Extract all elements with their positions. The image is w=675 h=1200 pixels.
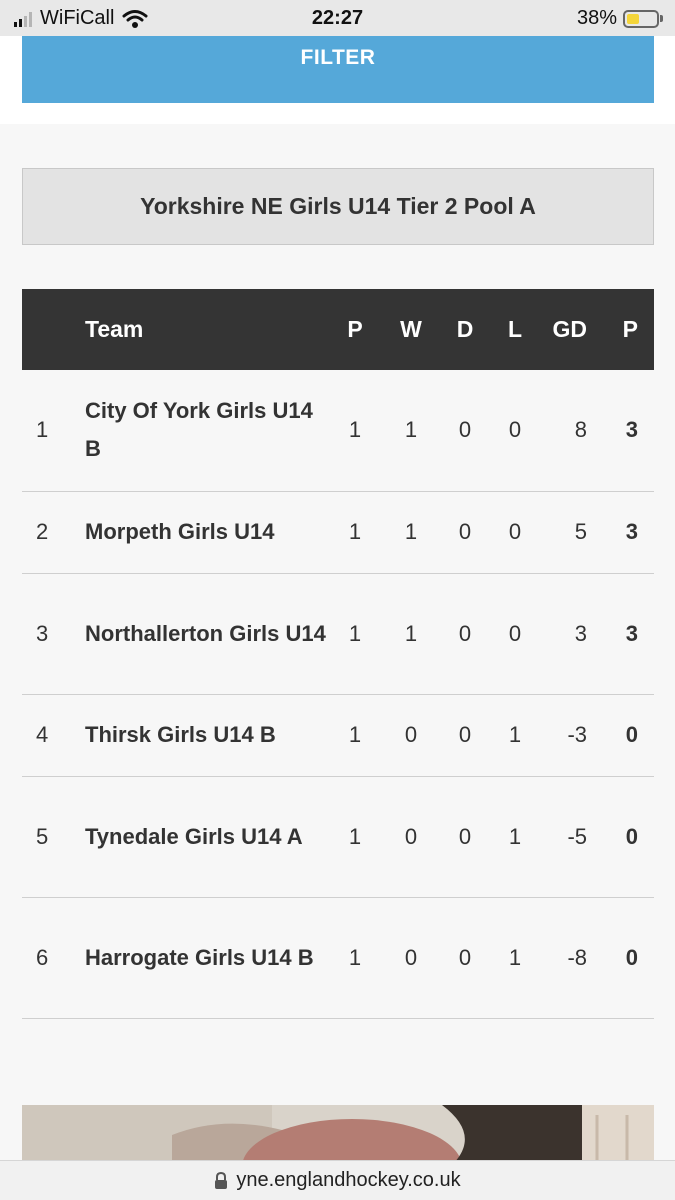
points: 3 [597, 491, 654, 574]
carrier-label: WiFiCall [40, 7, 115, 29]
col-drawn-header: D [439, 289, 491, 370]
points: 3 [597, 573, 654, 695]
points: 0 [597, 776, 654, 898]
table-row: 4 Thirsk Girls U14 B 1 0 0 1 -3 0 [22, 694, 654, 777]
col-lost-header: L [491, 289, 539, 370]
played: 1 [327, 370, 383, 492]
col-won-header: W [383, 289, 439, 370]
lost: 1 [491, 897, 539, 1019]
table-row: 1 City Of York Girls U14 B 1 1 0 0 8 3 [22, 370, 654, 492]
points: 0 [597, 897, 654, 1019]
goal-difference: -5 [539, 776, 597, 898]
table-row: 6 Harrogate Girls U14 B 1 0 0 1 -8 0 [22, 897, 654, 1019]
won: 1 [383, 370, 439, 492]
photo-image [22, 1105, 654, 1165]
drawn: 0 [439, 776, 491, 898]
table-row: 3 Northallerton Girls U14 1 1 0 0 3 3 [22, 573, 654, 695]
drawn: 0 [439, 370, 491, 492]
won: 0 [383, 776, 439, 898]
battery-tip [660, 15, 663, 22]
points: 0 [597, 694, 654, 777]
filter-button[interactable]: FILTER [22, 36, 654, 103]
lost: 1 [491, 694, 539, 777]
goal-difference: 5 [539, 491, 597, 574]
pool-title: Yorkshire NE Girls U14 Tier 2 Pool A [22, 168, 654, 245]
league-table: Team P W D L GD P 1 City Of York Girls U… [22, 289, 654, 1019]
table-header-row: Team P W D L GD P [22, 289, 654, 370]
goal-difference: -3 [539, 694, 597, 777]
wifi-icon [122, 9, 148, 28]
lost: 1 [491, 776, 539, 898]
col-team-header: Team [79, 289, 327, 370]
drawn: 0 [439, 491, 491, 574]
col-gd-header: GD [539, 289, 597, 370]
won: 0 [383, 694, 439, 777]
goal-difference: 3 [539, 573, 597, 695]
position: 1 [22, 370, 79, 492]
lost: 0 [491, 491, 539, 574]
col-position-header [22, 289, 79, 370]
team-link[interactable]: Tynedale Girls U14 A [79, 776, 327, 898]
team-link[interactable]: Morpeth Girls U14 [79, 491, 327, 574]
col-played-header: P [327, 289, 383, 370]
team-link[interactable]: Northallerton Girls U14 [79, 573, 327, 695]
battery-icon [623, 9, 659, 28]
won: 1 [383, 491, 439, 574]
position: 6 [22, 897, 79, 1019]
points: 3 [597, 370, 654, 492]
battery-percent: 38% [576, 7, 617, 29]
drawn: 0 [439, 694, 491, 777]
position: 3 [22, 573, 79, 695]
table-row: 5 Tynedale Girls U14 A 1 0 0 1 -5 0 [22, 776, 654, 898]
lock-icon [215, 1171, 228, 1189]
team-link[interactable]: City Of York Girls U14 B [79, 370, 327, 492]
won: 0 [383, 897, 439, 1019]
drawn: 0 [439, 897, 491, 1019]
won: 1 [383, 573, 439, 695]
played: 1 [327, 694, 383, 777]
lost: 0 [491, 573, 539, 695]
news-photo[interactable] [22, 1105, 654, 1165]
col-points-header: P [597, 289, 654, 370]
filter-area: FILTER [0, 36, 675, 124]
goal-difference: 8 [539, 370, 597, 492]
team-link[interactable]: Harrogate Girls U14 B [79, 897, 327, 1019]
drawn: 0 [439, 573, 491, 695]
played: 1 [327, 897, 383, 1019]
status-bar: WiFiCall 22:27 38% [0, 0, 675, 36]
signal-icon [14, 11, 32, 27]
address-bar[interactable]: yne.englandhockey.co.uk [0, 1160, 675, 1200]
position: 2 [22, 491, 79, 574]
table-row: 2 Morpeth Girls U14 1 1 0 0 5 3 [22, 491, 654, 574]
team-link[interactable]: Thirsk Girls U14 B [79, 694, 327, 777]
lost: 0 [491, 370, 539, 492]
played: 1 [327, 776, 383, 898]
played: 1 [327, 491, 383, 574]
battery-level [627, 13, 640, 24]
played: 1 [327, 573, 383, 695]
goal-difference: -8 [539, 897, 597, 1019]
position: 4 [22, 694, 79, 777]
url-text: yne.englandhockey.co.uk [236, 1169, 461, 1191]
position: 5 [22, 776, 79, 898]
